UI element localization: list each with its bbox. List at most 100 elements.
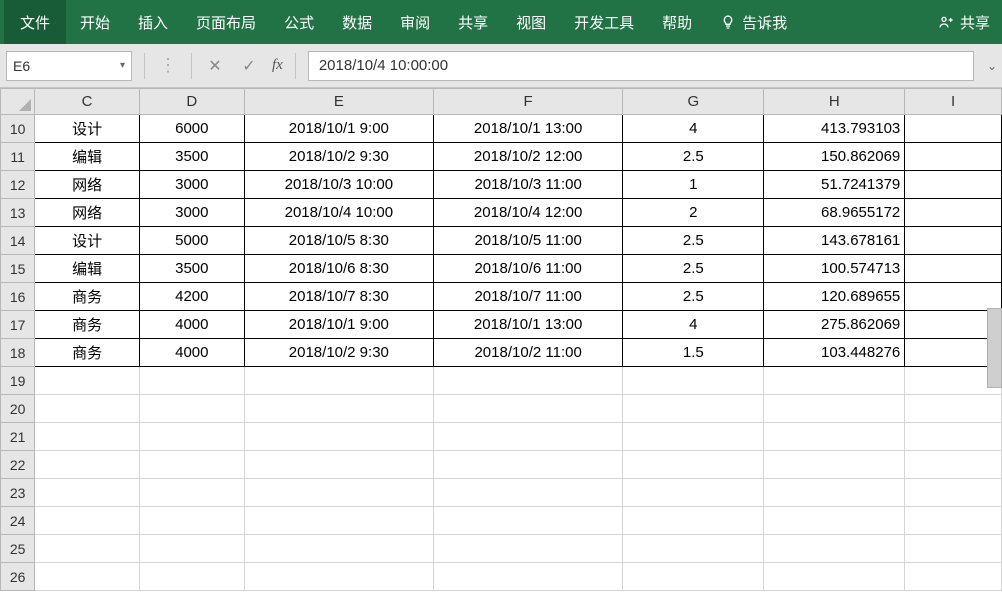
cell[interactable]: 4000 [139, 339, 244, 367]
cell[interactable] [244, 507, 433, 535]
col-header-C[interactable]: C [35, 89, 140, 115]
row-header[interactable]: 14 [1, 227, 35, 255]
tab-view[interactable]: 视图 [502, 0, 560, 44]
cell[interactable]: 6000 [139, 115, 244, 143]
cell[interactable]: 2018/10/3 11:00 [433, 171, 622, 199]
vertical-scrollbar[interactable] [987, 308, 1002, 388]
cell[interactable] [764, 535, 905, 563]
cell[interactable] [244, 395, 433, 423]
cell[interactable] [905, 563, 1002, 591]
confirm-icon[interactable]: ✓ [232, 56, 266, 76]
cell[interactable]: 68.9655172 [764, 199, 905, 227]
row-header[interactable]: 24 [1, 507, 35, 535]
col-header-G[interactable]: G [623, 89, 764, 115]
cell[interactable] [623, 423, 764, 451]
cell[interactable]: 2018/10/4 12:00 [433, 199, 622, 227]
col-header-I[interactable]: I [905, 89, 1002, 115]
row-header[interactable]: 16 [1, 283, 35, 311]
cell[interactable] [905, 479, 1002, 507]
cell[interactable] [623, 479, 764, 507]
tab-formulas[interactable]: 公式 [270, 0, 328, 44]
cell[interactable] [905, 395, 1002, 423]
cell[interactable]: 51.7241379 [764, 171, 905, 199]
cell[interactable] [623, 563, 764, 591]
cell[interactable]: 103.448276 [764, 339, 905, 367]
cell[interactable] [433, 479, 622, 507]
tab-data[interactable]: 数据 [328, 0, 386, 44]
cell[interactable] [764, 479, 905, 507]
cell[interactable] [764, 367, 905, 395]
cell[interactable] [139, 507, 244, 535]
cell[interactable]: 4000 [139, 311, 244, 339]
cell[interactable]: 2018/10/5 11:00 [433, 227, 622, 255]
cell[interactable] [905, 283, 1002, 311]
cell[interactable] [905, 227, 1002, 255]
chevron-down-icon[interactable]: ▾ [120, 60, 125, 71]
cell[interactable] [905, 451, 1002, 479]
cell[interactable] [623, 451, 764, 479]
cell[interactable]: 网络 [35, 199, 140, 227]
cell[interactable] [764, 423, 905, 451]
cell[interactable]: 2.5 [623, 143, 764, 171]
cell[interactable]: 2018/10/2 11:00 [433, 339, 622, 367]
row-header[interactable]: 26 [1, 563, 35, 591]
cell[interactable]: 2.5 [623, 227, 764, 255]
tab-page-layout[interactable]: 页面布局 [182, 0, 270, 44]
tell-me[interactable]: 告诉我 [706, 12, 801, 33]
cell[interactable]: 设计 [35, 115, 140, 143]
cell[interactable] [244, 367, 433, 395]
cell[interactable]: 1.5 [623, 339, 764, 367]
cell[interactable]: 2018/10/4 10:00 [244, 199, 433, 227]
cell[interactable] [139, 479, 244, 507]
tab-home[interactable]: 开始 [66, 0, 124, 44]
cell[interactable] [905, 199, 1002, 227]
cell[interactable]: 2018/10/5 8:30 [244, 227, 433, 255]
col-header-H[interactable]: H [764, 89, 905, 115]
cell[interactable]: 100.574713 [764, 255, 905, 283]
cell[interactable]: 2 [623, 199, 764, 227]
share-button[interactable]: 共享 [930, 12, 998, 33]
row-header[interactable]: 25 [1, 535, 35, 563]
cell[interactable]: 商务 [35, 283, 140, 311]
cell[interactable] [433, 535, 622, 563]
cell[interactable]: 4 [623, 311, 764, 339]
cell[interactable] [35, 451, 140, 479]
cell[interactable]: 2018/10/1 13:00 [433, 115, 622, 143]
cell[interactable] [623, 507, 764, 535]
more-icon[interactable]: ⋮ [151, 55, 185, 76]
cell[interactable] [764, 563, 905, 591]
cell[interactable] [433, 367, 622, 395]
cell[interactable]: 4 [623, 115, 764, 143]
cell[interactable] [764, 395, 905, 423]
cell[interactable]: 设计 [35, 227, 140, 255]
cell[interactable]: 2018/10/1 13:00 [433, 311, 622, 339]
tab-share[interactable]: 共享 [444, 0, 502, 44]
cell[interactable] [905, 255, 1002, 283]
cell[interactable]: 2.5 [623, 283, 764, 311]
row-header[interactable]: 13 [1, 199, 35, 227]
cell[interactable]: 商务 [35, 339, 140, 367]
cell[interactable] [244, 423, 433, 451]
name-box[interactable]: E6 ▾ [6, 51, 132, 81]
cell[interactable] [244, 535, 433, 563]
cell[interactable]: 4200 [139, 283, 244, 311]
cell[interactable] [35, 479, 140, 507]
cell[interactable]: 3000 [139, 199, 244, 227]
cell[interactable]: 2018/10/7 11:00 [433, 283, 622, 311]
row-header[interactable]: 11 [1, 143, 35, 171]
cell[interactable]: 2018/10/6 8:30 [244, 255, 433, 283]
row-header[interactable]: 20 [1, 395, 35, 423]
cell[interactable]: 2018/10/6 11:00 [433, 255, 622, 283]
cell[interactable]: 2018/10/1 9:00 [244, 115, 433, 143]
cell[interactable] [905, 423, 1002, 451]
cell[interactable]: 编辑 [35, 143, 140, 171]
cell[interactable]: 2018/10/2 9:30 [244, 339, 433, 367]
cell[interactable] [433, 395, 622, 423]
grid[interactable]: C D E F G H I 10设计60002018/10/1 9:002018… [0, 88, 1002, 591]
cell[interactable]: 5000 [139, 227, 244, 255]
cell[interactable] [433, 507, 622, 535]
cell[interactable] [764, 507, 905, 535]
row-header[interactable]: 18 [1, 339, 35, 367]
cell[interactable] [35, 395, 140, 423]
cell[interactable] [905, 507, 1002, 535]
